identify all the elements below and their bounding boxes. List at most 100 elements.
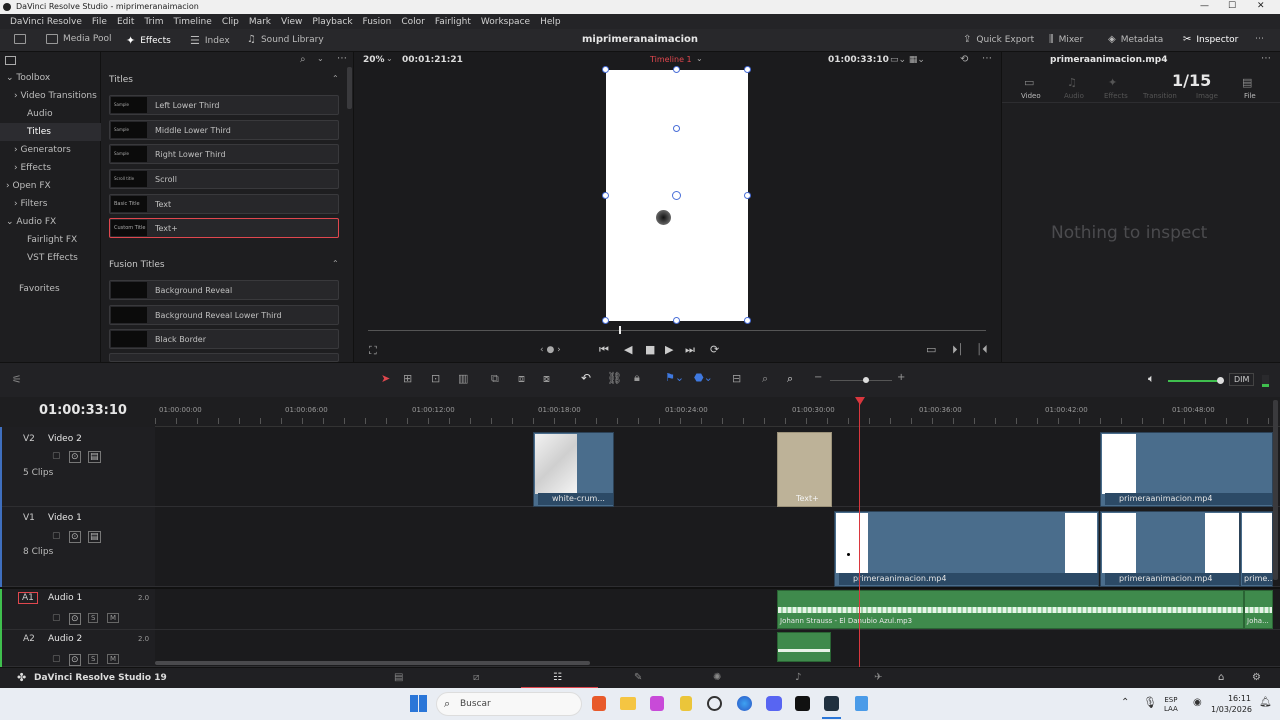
lock-icon[interactable]: ▢ bbox=[52, 531, 61, 541]
track-id[interactable]: A1 bbox=[18, 592, 38, 604]
match-frame-icon[interactable]: ▭ bbox=[926, 343, 936, 356]
title-item-left-lower-third[interactable]: Sample Left Lower Third bbox=[109, 95, 339, 115]
viewer-canvas[interactable] bbox=[602, 66, 751, 324]
more-options-icon[interactable]: ⋯ bbox=[1255, 34, 1264, 44]
menu-color[interactable]: Color bbox=[396, 17, 430, 27]
tree-generators[interactable]: › Generators bbox=[0, 141, 101, 159]
stop-icon[interactable]: ■ bbox=[645, 343, 655, 356]
zoom-out-icon[interactable]: − bbox=[814, 372, 822, 383]
go-to-start-icon[interactable]: ⏮ bbox=[599, 343, 609, 357]
replace-clip-icon[interactable]: ⧇ bbox=[543, 372, 550, 386]
auto-select-icon[interactable]: ⊙ bbox=[69, 451, 81, 463]
zoom-custom-icon[interactable]: ⌕ bbox=[787, 372, 793, 386]
transform-handle[interactable] bbox=[602, 317, 609, 324]
inspector-button[interactable]: ✂ Inspector bbox=[1183, 34, 1238, 45]
clip-primeraanimacion-v1a[interactable]: primeraanimacion.mp4 bbox=[834, 511, 1099, 587]
sidebar-toggle-icon[interactable] bbox=[5, 56, 16, 65]
transform-handle[interactable] bbox=[744, 317, 751, 324]
transform-handle[interactable] bbox=[673, 317, 680, 324]
tree-titles[interactable]: Titles bbox=[0, 123, 101, 141]
track-header-a1[interactable]: A1 Audio 1 2.0 ▢ ⊙ S M bbox=[0, 589, 155, 630]
menu-playback[interactable]: Playback bbox=[307, 17, 357, 27]
zoom-slider-knob[interactable] bbox=[863, 377, 869, 383]
list-scrollbar[interactable] bbox=[347, 67, 352, 109]
menu-view[interactable]: View bbox=[276, 17, 307, 27]
track-name[interactable]: Video 1 bbox=[48, 513, 82, 523]
blade-tool-icon[interactable]: ▥ bbox=[458, 372, 468, 385]
prev-edit-icon[interactable]: ⏐⏴ bbox=[976, 343, 988, 357]
settings-gear-icon[interactable]: ⚙ bbox=[1252, 672, 1261, 683]
auto-select-icon[interactable]: ⊙ bbox=[69, 613, 81, 625]
media-pool-button[interactable]: Media Pool bbox=[46, 34, 112, 44]
center-handle[interactable] bbox=[672, 191, 681, 200]
metadata-button[interactable]: ◈ Metadata bbox=[1108, 34, 1163, 45]
transform-handle[interactable] bbox=[602, 192, 609, 199]
menu-davinci[interactable]: DaVinci Resolve bbox=[5, 17, 87, 27]
windows-start-icon[interactable] bbox=[410, 695, 427, 712]
index-button[interactable]: ☰ Index bbox=[190, 34, 230, 47]
menu-mark[interactable]: Mark bbox=[244, 17, 276, 27]
davinci-resolve-taskbar-icon[interactable] bbox=[824, 696, 839, 711]
media-page-icon[interactable]: ▤ bbox=[394, 672, 403, 683]
menu-file[interactable]: File bbox=[87, 17, 112, 27]
menu-trim[interactable]: Trim bbox=[139, 17, 168, 27]
track-header-v1[interactable]: V1 Video 1 ▢ ⊙ ▤ 8 Clips bbox=[0, 507, 155, 587]
solo-button[interactable]: S bbox=[88, 654, 99, 664]
flag-icon[interactable]: ⚑⌄ bbox=[665, 371, 684, 384]
reverse-play-icon[interactable]: ◀ bbox=[624, 343, 632, 356]
jog-icon[interactable]: ‹ ● › bbox=[540, 345, 561, 355]
tree-video-transitions[interactable]: › Video Transitions bbox=[0, 87, 101, 105]
crop-icon[interactable]: ⛶ bbox=[369, 344, 377, 358]
tree-vst-effects[interactable]: VST Effects bbox=[0, 249, 101, 267]
edit-page-icon[interactable]: ☷ bbox=[553, 672, 562, 683]
playhead-marker[interactable] bbox=[855, 397, 865, 405]
disable-track-icon[interactable]: ▤ bbox=[88, 451, 101, 463]
marker-icon[interactable]: ⬣⌄ bbox=[694, 371, 713, 384]
fusion-item-background-reveal[interactable]: Background Reveal bbox=[109, 280, 339, 300]
zoom-slider[interactable] bbox=[830, 380, 892, 381]
clock-date[interactable]: 1/03/2026 bbox=[1211, 705, 1252, 714]
insert-clip-icon[interactable]: ⧉ bbox=[491, 372, 499, 386]
chevron-down-icon[interactable]: ⌄ bbox=[696, 54, 703, 63]
menu-clip[interactable]: Clip bbox=[217, 17, 244, 27]
tree-effects[interactable]: › Effects bbox=[0, 159, 101, 177]
anchor-handle[interactable] bbox=[673, 125, 680, 132]
tiktok-icon[interactable] bbox=[795, 696, 810, 711]
tab-image[interactable]: Image bbox=[1196, 92, 1218, 100]
quick-export-button[interactable]: ⇪ Quick Export bbox=[963, 34, 1034, 45]
tree-filters[interactable]: › Filters bbox=[0, 195, 101, 213]
next-edit-icon[interactable]: ⏵⏐ bbox=[952, 343, 964, 357]
dynamic-trim-icon[interactable]: ⊡ bbox=[431, 372, 440, 385]
collapse-chevron-icon[interactable]: ⌃ bbox=[332, 259, 339, 268]
menu-workspace[interactable]: Workspace bbox=[476, 17, 535, 27]
chevron-down-icon[interactable]: ⌄ bbox=[386, 54, 393, 63]
menu-fusion[interactable]: Fusion bbox=[358, 17, 397, 27]
app-icon[interactable] bbox=[680, 696, 692, 711]
search-icon[interactable]: ⌕ bbox=[300, 54, 306, 65]
clock-time[interactable]: 16:11 bbox=[1215, 694, 1251, 703]
scrubber-playhead[interactable] bbox=[619, 326, 621, 334]
viewer-options-icon[interactable]: ▭⌄ ▦⌄ bbox=[890, 55, 925, 65]
overwrite-clip-icon[interactable]: ⧈ bbox=[518, 372, 525, 386]
lock-icon[interactable]: 🔒︎ bbox=[634, 371, 640, 385]
auto-select-icon[interactable]: ⊙ bbox=[69, 654, 81, 666]
transform-handle[interactable] bbox=[744, 192, 751, 199]
cut-page-icon[interactable]: ⧄ bbox=[473, 672, 479, 683]
solo-button[interactable]: S bbox=[88, 613, 99, 623]
clip-white-crumpled[interactable]: white-crum... bbox=[533, 432, 614, 507]
tab-effects[interactable]: Effects bbox=[1104, 92, 1128, 100]
track-name[interactable]: Audio 1 bbox=[48, 593, 82, 603]
more-options-icon[interactable]: ⋯ bbox=[982, 53, 992, 64]
tree-audio-transitions[interactable]: Audio Transitions bbox=[0, 105, 101, 137]
tree-open-fx[interactable]: › Open FX bbox=[0, 177, 101, 195]
disable-track-icon[interactable]: ▤ bbox=[88, 531, 101, 543]
close-icon[interactable]: ✕ bbox=[1257, 1, 1265, 11]
timeline-vscrollbar[interactable] bbox=[1273, 400, 1278, 580]
home-icon[interactable]: ⌂ bbox=[1218, 672, 1224, 683]
notification-icon[interactable]: 🔔︎ bbox=[1259, 697, 1272, 708]
snapping-icon[interactable]: ↶ bbox=[581, 371, 591, 385]
fusion-item-black-border[interactable]: Black Border bbox=[109, 329, 339, 349]
fusion-item-partial[interactable] bbox=[109, 353, 339, 362]
wifi-icon[interactable]: ◉ bbox=[1193, 697, 1202, 708]
clip-audio-johann[interactable]: Joha... bbox=[1244, 590, 1273, 629]
